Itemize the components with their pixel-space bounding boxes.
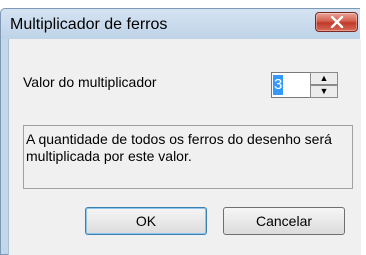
dialog-window: Multiplicador de ferros Valor do multipl… (0, 8, 361, 255)
cancel-button[interactable]: Cancelar (223, 207, 345, 235)
info-box: A quantidade de todos os ferros do desen… (23, 125, 353, 189)
ok-button[interactable]: OK (85, 207, 207, 235)
arrow-down-icon: ▼ (319, 86, 329, 96)
dialog-body: Valor do multiplicador 3 ▲ ▼ A quantidad… (8, 39, 361, 255)
spin-down-button[interactable]: ▼ (310, 85, 338, 98)
info-text: A quantidade de todos os ferros do desen… (26, 131, 332, 164)
close-button[interactable] (315, 12, 358, 32)
title-bar[interactable]: Multiplicador de ferros (1, 9, 360, 39)
spin-buttons: ▲ ▼ (310, 72, 338, 98)
spin-up-button[interactable]: ▲ (310, 72, 338, 85)
multiplier-label: Valor do multiplicador (23, 74, 157, 90)
multiplier-value[interactable]: 3 (273, 75, 284, 95)
window-title: Multiplicador de ferros (10, 16, 168, 33)
multiplier-spinbox[interactable]: 3 ▲ ▼ (271, 72, 338, 98)
close-icon (330, 16, 344, 28)
arrow-up-icon: ▲ (319, 73, 329, 83)
